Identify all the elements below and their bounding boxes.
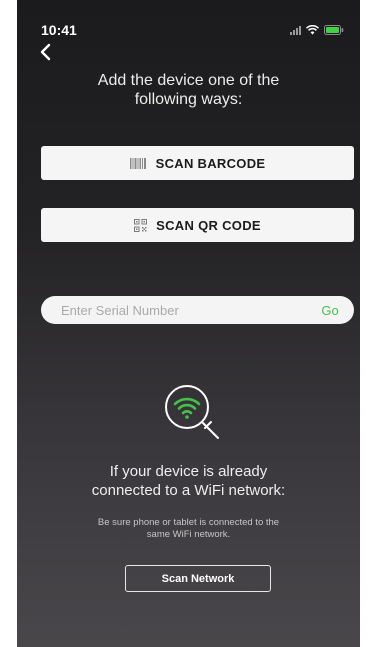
status-time: 10:41	[41, 22, 77, 38]
go-button[interactable]: Go	[314, 303, 354, 318]
add-device-heading-line2: following ways:	[134, 91, 243, 108]
barcode-icon	[129, 157, 146, 169]
scan-barcode-button[interactable]: SCAN BARCODE	[41, 146, 354, 180]
phone-screen: 10:41 Add the device one of the followin…	[17, 0, 360, 647]
signal-icon	[290, 25, 301, 35]
wifi-status-icon	[306, 25, 319, 35]
scan-qr-code-label: SCAN QR CODE	[156, 217, 261, 233]
status-bar: 10:41	[17, 0, 360, 40]
status-icons	[290, 25, 344, 35]
qr-code-icon	[134, 218, 148, 232]
wifi-hint-line2: same WiFi network.	[146, 529, 231, 540]
add-device-heading-line1: Add the device one of the	[97, 72, 280, 89]
wifi-heading-line2: connected to a WiFi network:	[91, 482, 286, 499]
scan-network-button[interactable]: Scan Network	[125, 565, 271, 592]
battery-icon	[324, 25, 344, 35]
wifi-hint-line1: Be sure phone or tablet is connected to …	[97, 517, 280, 528]
wifi-connected-heading: If your device is already connected to a…	[37, 462, 340, 500]
scan-qr-code-button[interactable]: SCAN QR CODE	[41, 208, 354, 242]
serial-number-input[interactable]	[41, 296, 314, 324]
back-chevron-icon[interactable]	[39, 43, 53, 61]
add-device-heading: Add the device one of the following ways…	[47, 71, 330, 109]
scan-barcode-label: SCAN BARCODE	[155, 155, 266, 171]
magnifier-wifi-icon	[165, 385, 219, 439]
wifi-hint-text: Be sure phone or tablet is connected to …	[62, 517, 315, 541]
wifi-heading-line1: If your device is already	[109, 463, 268, 480]
serial-number-field: Go	[41, 296, 354, 324]
